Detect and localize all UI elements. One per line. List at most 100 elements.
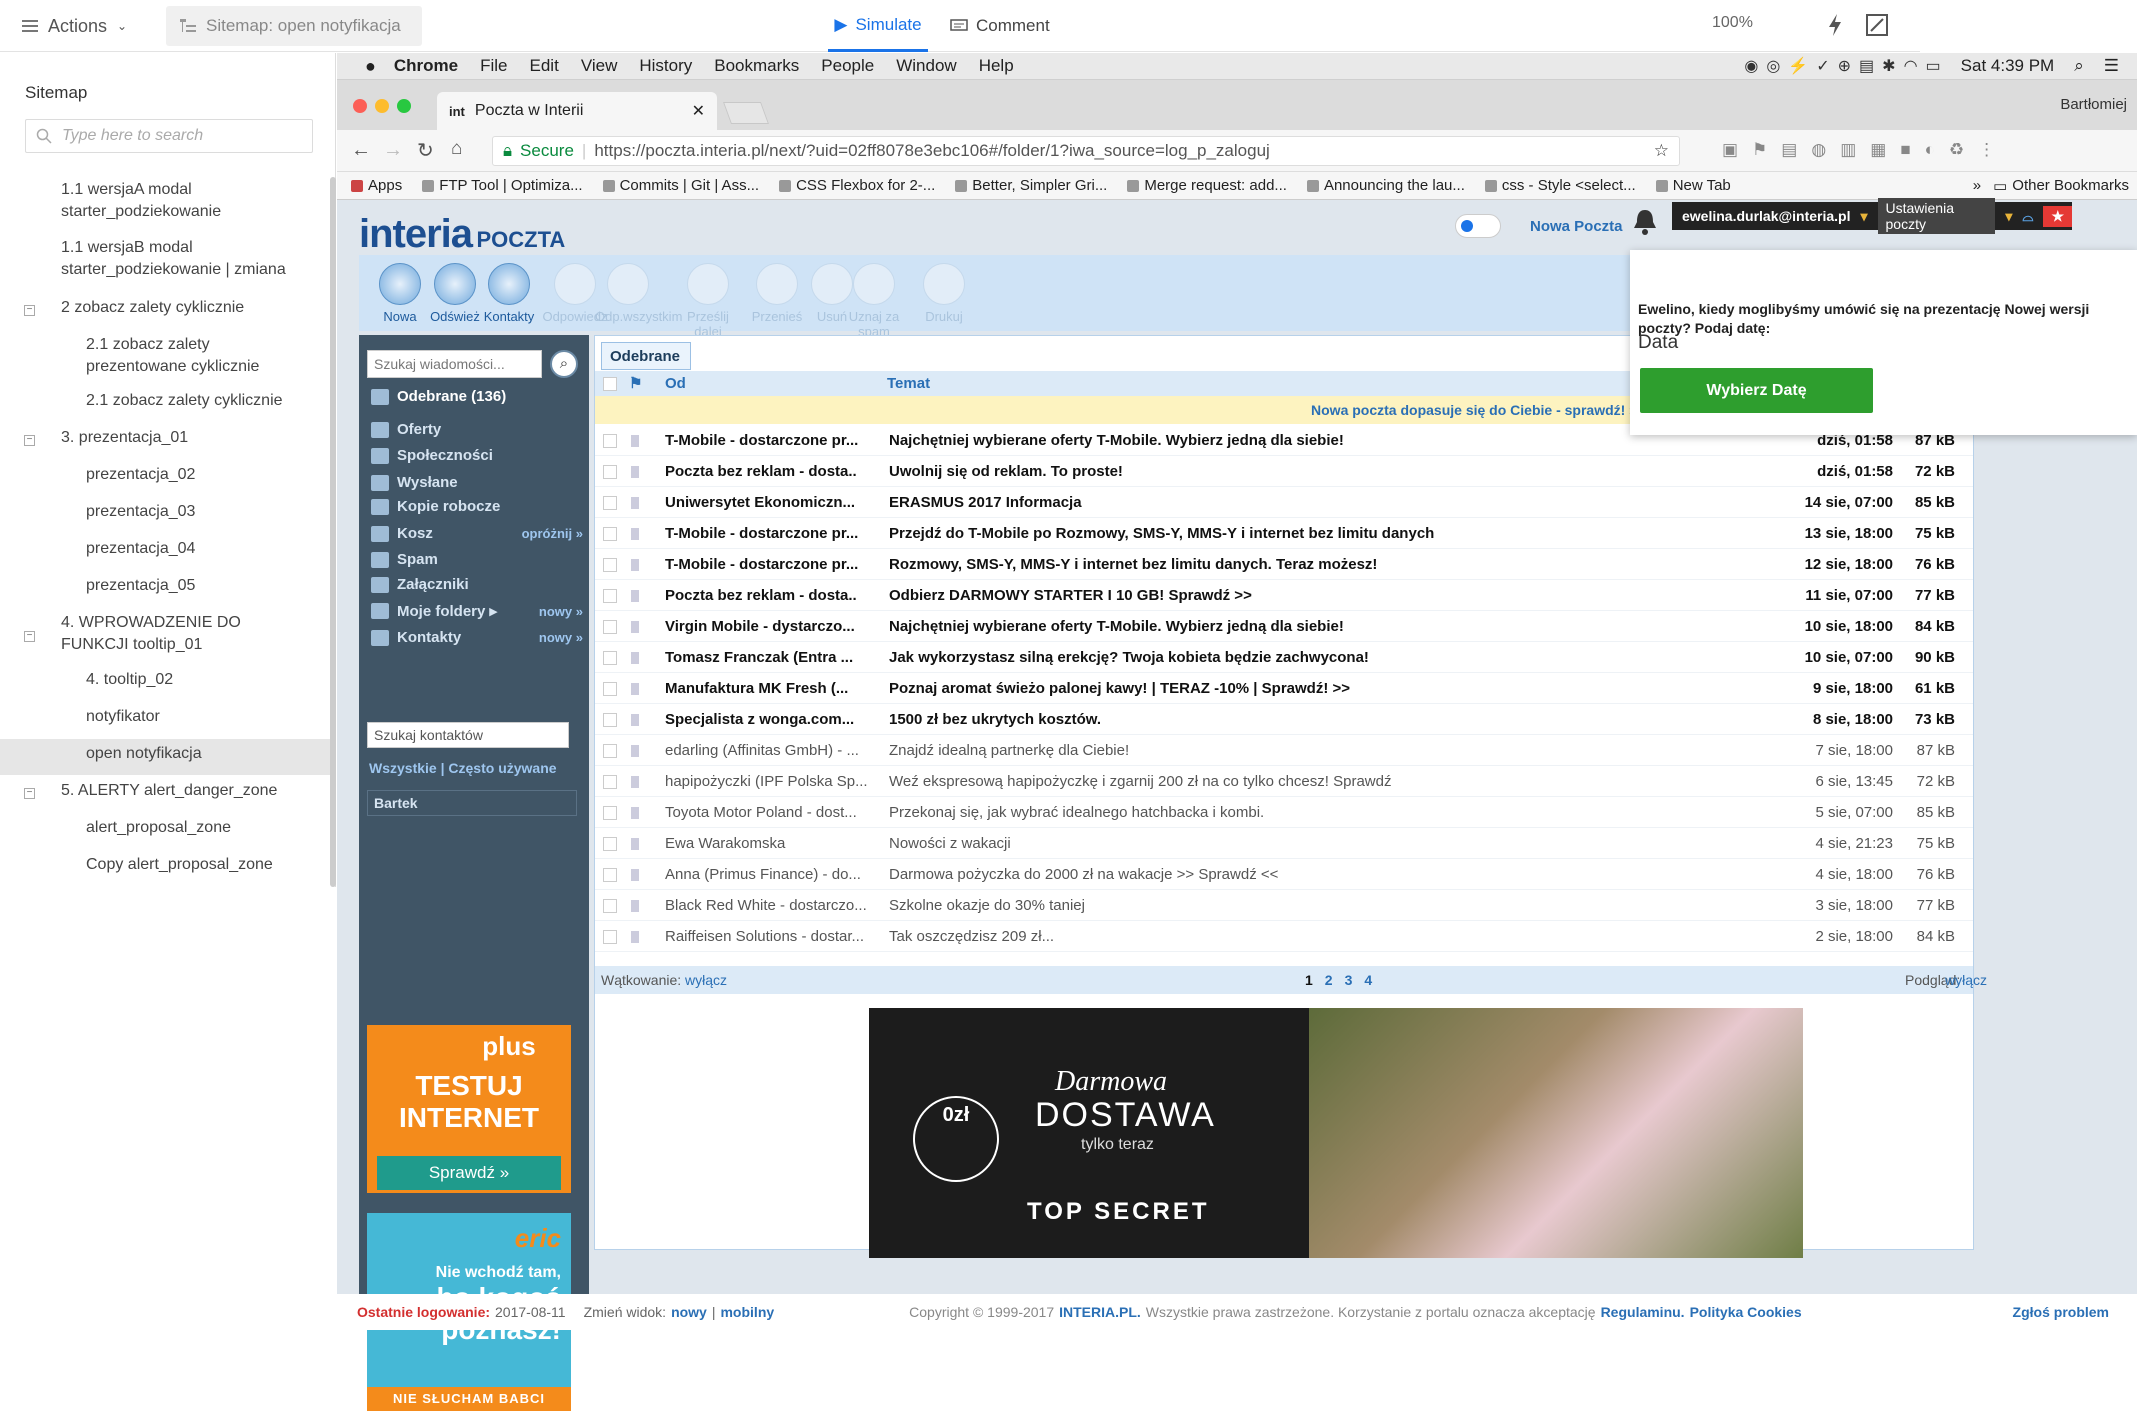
interia-logo[interactable]: interia POCZTA [359, 212, 565, 257]
flag-icon[interactable] [631, 559, 639, 571]
toolbar-prześlij-dalej-button[interactable]: Prześlij dalej [675, 263, 741, 339]
address-bar[interactable]: 🔒︎ Secure | https://poczta.interia.pl/ne… [492, 136, 1680, 166]
notification-center-icon[interactable]: ☰ [2104, 56, 2119, 76]
col-subject[interactable]: Temat [887, 375, 930, 392]
mac-menu-item[interactable]: History [639, 56, 692, 76]
message-row[interactable]: Ewa Warakomska Nowości z wakacji 4 sie, 21… [595, 828, 1973, 859]
folder-action[interactable]: nowy » [539, 630, 583, 645]
row-checkbox[interactable] [603, 682, 617, 696]
sitemap-search-input[interactable]: Type here to search [25, 119, 313, 153]
toolbar-kontakty-button[interactable]: Kontakty [476, 263, 542, 324]
comment-tab[interactable]: Comment [950, 0, 1060, 52]
contact-item[interactable]: Bartek [367, 790, 577, 816]
row-checkbox[interactable] [603, 434, 617, 448]
message-row[interactable]: Tomasz Franczak (Entra ... Jak wykorzysta… [595, 642, 1973, 673]
folder-action[interactable]: opróżnij » [522, 526, 583, 541]
actions-menu[interactable]: Actions ⌄ [22, 12, 127, 40]
new-tab-button[interactable] [722, 102, 770, 124]
more-bookmarks-icon[interactable]: » [1973, 177, 1981, 194]
spotlight-icon[interactable]: ⌕ [2074, 56, 2084, 76]
flag-icon[interactable] [631, 621, 639, 633]
sitemap-item[interactable]: Copy alert_proposal_zone [0, 850, 330, 886]
toolbar-odp-wszystkim-button[interactable]: Odp.wszystkim [595, 263, 682, 324]
folder-item[interactable]: Odebrane (136) [371, 388, 583, 405]
sitemap-item[interactable]: 2.1 zobacz zalety cyklicznie [0, 386, 330, 422]
row-checkbox[interactable] [603, 465, 617, 479]
folder-item[interactable]: Społeczności [371, 447, 583, 464]
collapse-icon[interactable]: − [24, 631, 35, 642]
row-checkbox[interactable] [603, 899, 617, 913]
folder-item[interactable]: Spam [371, 551, 583, 568]
bookmark-item[interactable]: Commits | Git | Ass... [602, 177, 759, 194]
row-checkbox[interactable] [603, 837, 617, 851]
flag-icon[interactable] [631, 869, 639, 881]
sitemap-item[interactable]: prezentacja_03 [0, 497, 330, 533]
toolbar-drukuj-button[interactable]: Drukuj [911, 263, 977, 324]
fullscreen-icon[interactable] [1866, 14, 1888, 36]
row-checkbox[interactable] [603, 651, 617, 665]
sitemap-item[interactable]: notyfikator [0, 702, 330, 738]
bell-icon[interactable] [1633, 208, 1657, 236]
row-checkbox[interactable] [603, 558, 617, 572]
sitemap-item[interactable]: open notyfikacja [0, 739, 330, 775]
row-checkbox[interactable] [603, 713, 617, 727]
sitemap-item[interactable]: prezentacja_02 [0, 460, 330, 496]
mac-menu-item[interactable]: Bookmarks [714, 56, 799, 76]
page-link[interactable]: 4 [1364, 972, 1372, 988]
folder-item[interactable]: Kontakty nowy » [371, 629, 583, 646]
flag-icon[interactable] [631, 776, 639, 788]
flag-icon[interactable] [631, 528, 639, 540]
flag-icon[interactable] [631, 466, 639, 478]
row-checkbox[interactable] [603, 589, 617, 603]
message-row[interactable]: Black Red White - dostarczo... Szkolne ok… [595, 890, 1973, 921]
view-new-link[interactable]: nowy [671, 1304, 707, 1320]
folder-item[interactable]: Kosz opróżnij » [371, 525, 583, 542]
bookmark-item[interactable]: Better, Simpler Gri... [955, 177, 1107, 194]
contacts-frequent[interactable]: Często używane [448, 760, 556, 776]
mac-menu-item[interactable]: Edit [530, 56, 559, 76]
toolbar-uznaj-za-spam-button[interactable]: Uznaj za spam [841, 263, 907, 339]
flag-icon[interactable] [631, 807, 639, 819]
row-checkbox[interactable] [603, 775, 617, 789]
message-row[interactable]: edarling (Affinitas GmbH) - ... Znajdź id… [595, 735, 1973, 766]
mac-menu-item[interactable]: Chrome [394, 56, 458, 76]
sitemap-item[interactable]: − 5. ALERTY alert_danger_zone [0, 776, 330, 812]
choose-date-button[interactable]: Wybierz Datę [1640, 368, 1873, 413]
message-row[interactable]: Anna (Primus Finance) - do... Darmowa poż… [595, 859, 1973, 890]
flag-icon[interactable] [631, 900, 639, 912]
sitemap-item[interactable]: prezentacja_05 [0, 571, 330, 607]
row-checkbox[interactable] [603, 496, 617, 510]
folder-action[interactable]: nowy » [539, 604, 583, 619]
sitemap-item[interactable]: − 4. WPROWADZENIE DO FUNKCJI tooltip_01 [0, 608, 330, 666]
contacts-all[interactable]: Wszystkie [369, 760, 437, 776]
folder-item[interactable]: Załączniki [371, 576, 583, 593]
row-checkbox[interactable] [603, 527, 617, 541]
message-row[interactable]: hapipożyczki (IPF Polska Sp... Weź ekspre… [595, 766, 1973, 797]
folder-item[interactable]: Oferty [371, 421, 583, 438]
message-row[interactable]: T-Mobile - dostarczone pr... Rozmowy, SMS… [595, 549, 1973, 580]
bookmark-item[interactable]: FTP Tool | Optimiza... [422, 177, 583, 194]
page-link[interactable]: 3 [1345, 972, 1353, 988]
mac-menu-item[interactable]: People [821, 56, 874, 76]
nowa-poczta-label[interactable]: Nowa Poczta [1530, 218, 1623, 235]
flag-icon[interactable] [631, 435, 639, 447]
regulamin-link[interactable]: Regulaminu. [1601, 1304, 1685, 1320]
mail-search-input[interactable]: Szukaj wiadomości... [367, 350, 542, 378]
message-row[interactable]: Poczta bez reklam - dosta.. Odbierz DARMO… [595, 580, 1973, 611]
col-from[interactable]: Od [665, 375, 686, 392]
message-row[interactable]: Raiffeisen Solutions - dostar... Tak oszc… [595, 921, 1973, 952]
mac-menu-item[interactable]: Help [979, 56, 1014, 76]
maximize-window-icon[interactable] [397, 99, 411, 113]
plus-ad[interactable]: plus TESTUJ INTERNET Sprawdź » [367, 1025, 571, 1193]
mac-menu-item[interactable]: View [581, 56, 618, 76]
extension-icons[interactable]: ▣⚑▤◍▥▦■◐♻⋮ [1722, 140, 2009, 160]
message-row[interactable]: Specjalista z wonga.com... 1500 zł bez uk… [595, 704, 1973, 735]
page-link[interactable]: 2 [1325, 972, 1333, 988]
mac-menu-item[interactable]: Window [896, 56, 956, 76]
row-checkbox[interactable] [603, 620, 617, 634]
threading-link[interactable]: wyłącz [685, 972, 727, 988]
flag-icon[interactable] [631, 838, 639, 850]
back-icon[interactable]: ← [351, 139, 371, 162]
message-row[interactable]: Poczta bez reklam - dosta.. Uwolnij się o… [595, 456, 1973, 487]
bookmark-item[interactable]: CSS Flexbox for 2-... [779, 177, 935, 194]
